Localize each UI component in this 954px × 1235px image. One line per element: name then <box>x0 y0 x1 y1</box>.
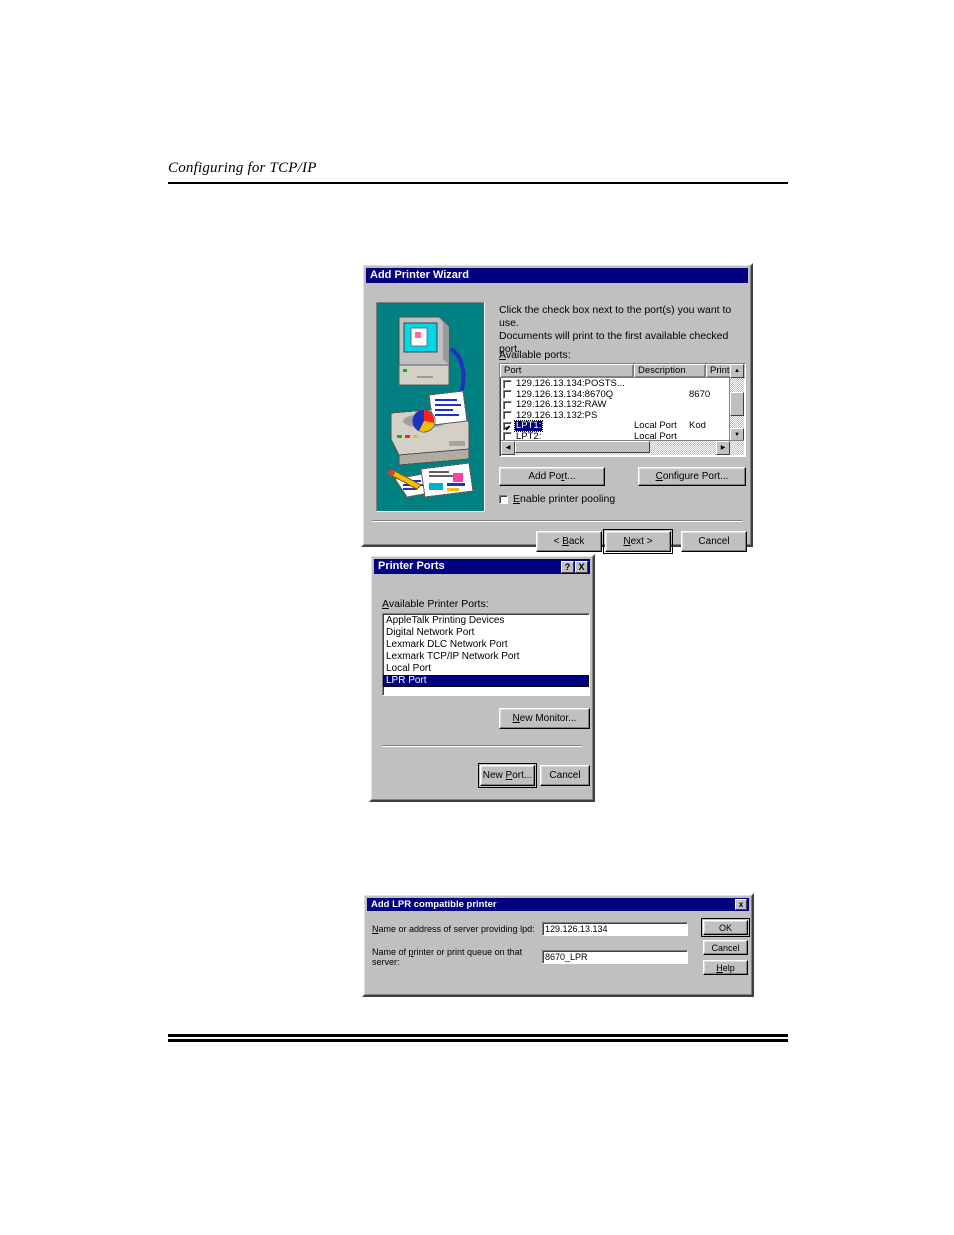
port-description-cell: Local Port <box>634 420 677 432</box>
printer-ports-titlebar[interactable]: Printer Ports ? X <box>374 559 590 574</box>
port-checkbox[interactable] <box>503 421 512 431</box>
port-name-label: LPT1: <box>513 420 544 433</box>
help-icon[interactable]: ? <box>561 560 574 573</box>
available-ports-label-text: vailable ports: <box>505 349 571 361</box>
configure-port-label: Configure Port... <box>655 471 729 482</box>
wizard-titlebar[interactable]: Add Printer Wizard <box>366 268 748 283</box>
printer-ports-titlebar-buttons: ? X <box>561 560 588 573</box>
printer-port-list-item[interactable]: Digital Network Port <box>383 627 589 639</box>
add-lpr-printer-dialog: Add LPR compatible printer x Name or add… <box>362 893 754 997</box>
port-name-cell: LPT1: <box>501 420 634 433</box>
port-name-label: 129.126.13.134:POSTS... <box>516 379 625 390</box>
available-ports-label: Available ports: <box>499 349 571 361</box>
printer-ports-dialog: Printer Ports ? X Available Printer Port… <box>369 554 595 802</box>
port-name-cell: 129.126.13.134:8670Q <box>501 388 634 400</box>
port-checkbox[interactable] <box>503 400 512 410</box>
enable-printer-pooling-checkbox[interactable] <box>499 494 508 504</box>
configure-port-button[interactable]: Configure Port... <box>638 467 746 486</box>
port-checkbox[interactable] <box>503 411 512 421</box>
add-printer-wizard-dialog: Add Printer Wizard Click the check box n… <box>361 263 753 554</box>
header-rule <box>168 182 788 184</box>
ports-list-header: Port Description Print <box>500 364 745 378</box>
ports-vscroll-thumb[interactable] <box>730 392 744 416</box>
lpr-titlebar-buttons: x <box>735 899 747 910</box>
close-icon[interactable]: X <box>575 560 588 573</box>
wizard-body: Click the check box next to the port(s) … <box>368 286 747 554</box>
printer-port-list-item[interactable]: Lexmark TCP/IP Network Port <box>383 651 589 663</box>
printer-port-list-item[interactable]: AppleTalk Printing Devices <box>383 615 589 627</box>
printer-ports-separator <box>382 745 582 747</box>
port-name-cell: 129.126.13.132:PS <box>501 409 634 421</box>
wizard-cancel-button[interactable]: Cancel <box>681 531 747 552</box>
available-printer-ports-label: Available Printer Ports: <box>382 598 489 610</box>
lpr-queue-input[interactable]: 8670_LPR <box>542 950 688 964</box>
port-name-label: 129.126.13.132:RAW <box>516 399 607 411</box>
lpr-server-input[interactable]: 129.126.13.134 <box>542 922 688 936</box>
new-port-button[interactable]: New Port... <box>478 763 537 788</box>
lpr-queue-row: Name of printer or print queue on that s… <box>372 947 688 967</box>
lpr-inner-frame: Add LPR compatible printer x Name or add… <box>364 895 752 995</box>
printer-ports-title: Printer Ports <box>378 560 445 572</box>
monitor-graphic <box>398 316 450 386</box>
page-title: Configuring for TCP/IP <box>168 160 317 176</box>
port-checkbox[interactable] <box>503 390 512 400</box>
next-button[interactable]: Next > <box>603 529 673 554</box>
printer-ports-body: Available Printer Ports: AppleTalk Print… <box>376 577 590 795</box>
port-printer-cell: Kod <box>689 420 706 432</box>
column-header-description[interactable]: Description <box>634 364 706 377</box>
add-port-button[interactable]: Add Port... <box>499 467 605 486</box>
lpr-titlebar[interactable]: Add LPR compatible printer x <box>367 898 749 911</box>
port-printer-cell: 8670 <box>689 388 711 400</box>
port-name-cell: 129.126.13.134:POSTS... <box>501 379 634 389</box>
next-label: Next > <box>623 536 653 547</box>
page-header: Configuring for TCP/IP <box>168 160 788 184</box>
scroll-right-icon[interactable]: ▶ <box>716 441 730 455</box>
wizard-title: Add Printer Wizard <box>370 269 469 281</box>
back-button[interactable]: < Back <box>536 531 602 552</box>
lpr-title: Add LPR compatible printer <box>371 899 497 910</box>
port-row[interactable]: LPT1: Local Port Kod <box>501 420 719 433</box>
wizard-inner-frame: Add Printer Wizard Click the check box n… <box>363 265 751 554</box>
ports-vertical-scrollbar[interactable]: ▲ ▼ <box>729 364 744 442</box>
lpr-server-row: Name or address of server providing lpd:… <box>372 922 688 936</box>
lpr-queue-label: Name of printer or print queue on that s… <box>372 947 523 967</box>
printer-ports-cancel-button[interactable]: Cancel <box>540 765 590 786</box>
ports-hscroll-thumb[interactable] <box>515 441 650 453</box>
wizard-separator <box>372 520 742 522</box>
port-name-label: 129.126.13.134:8670Q <box>516 388 614 400</box>
port-checkbox[interactable] <box>503 379 512 389</box>
available-ports-list[interactable]: Port Description Print 129.126.13.134:PO… <box>499 363 746 457</box>
scroll-left-icon[interactable]: ◀ <box>501 441 515 455</box>
printer-port-list-item[interactable]: Local Port <box>383 663 589 675</box>
instruction-line-1: Click the check box next to the port(s) … <box>499 304 732 329</box>
lpr-server-label: Name or address of server providing lpd: <box>372 924 535 934</box>
column-header-port[interactable]: Port <box>500 364 634 377</box>
port-name-cell: 129.126.13.132:RAW <box>501 400 634 410</box>
lpr-cancel-button[interactable]: Cancel <box>703 940 748 955</box>
port-row[interactable]: 129.126.13.132:RAW <box>501 400 719 411</box>
printer-illustration <box>376 302 485 512</box>
lpr-help-label: Help <box>716 962 735 973</box>
printer-port-list-item[interactable]: Lexmark DLC Network Port <box>383 639 589 651</box>
printer-port-list-item[interactable]: LPR Port <box>383 675 589 687</box>
lpr-ok-button[interactable]: OK <box>701 918 750 937</box>
scroll-up-icon[interactable]: ▲ <box>730 364 744 378</box>
new-monitor-label: New Monitor... <box>512 713 577 724</box>
port-name-label: 129.126.13.132:PS <box>516 409 598 421</box>
lpr-help-button[interactable]: Help <box>703 960 748 975</box>
ports-horizontal-scrollbar[interactable]: ◀ ▶ <box>501 440 744 455</box>
new-port-label: New Port... <box>482 770 533 781</box>
footer-rule <box>168 1034 788 1042</box>
new-monitor-button[interactable]: New Monitor... <box>499 708 590 729</box>
back-label: < Back <box>553 536 585 547</box>
enable-printer-pooling-label: Enable printer pooling <box>513 493 616 505</box>
add-port-label: Add Port... <box>528 471 576 482</box>
close-icon[interactable]: x <box>735 899 747 910</box>
available-printer-ports-list[interactable]: AppleTalk Printing Devices Digital Networ… <box>382 613 590 696</box>
printer-ports-inner-frame: Printer Ports ? X Available Printer Port… <box>371 556 593 800</box>
ports-rows-container: 129.126.13.134:POSTS... 129.126.13.134:86… <box>501 379 719 441</box>
port-row[interactable]: 129.126.13.134:POSTS... <box>501 379 719 390</box>
enable-printer-pooling-row[interactable]: Enable printer pooling <box>499 493 615 505</box>
